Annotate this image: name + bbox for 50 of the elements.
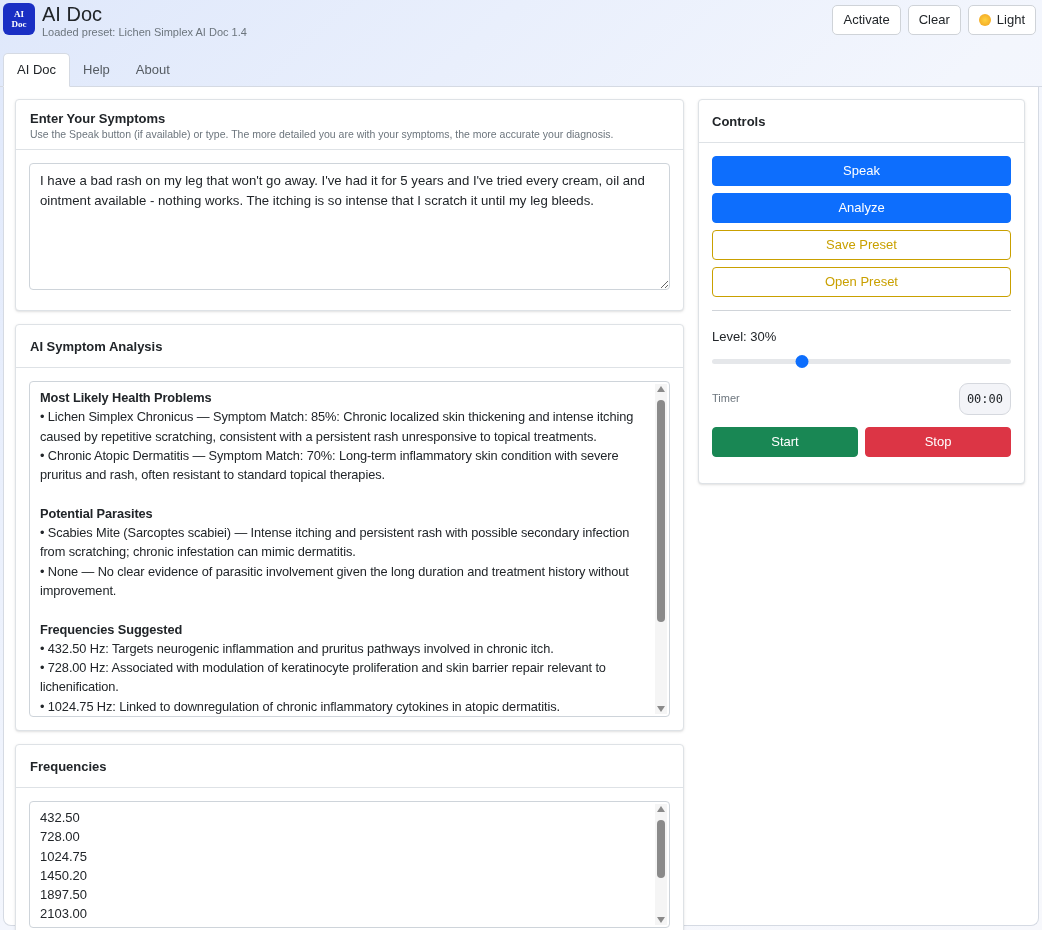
section-heading: Most Likely Health Problems bbox=[40, 389, 213, 407]
analysis-item: • 432.50 Hz: Targets neurogenic inflammation and pruritus pathways involved in chronic itch. bbox=[40, 639, 555, 658]
analysis-item: • Chronic Atopic Dermatitis — Symptom Match: 70%: Long-term inflammatory skin condition with severe pruritus and rash, often resistant to standard topical therapies. bbox=[40, 446, 620, 485]
scroll-down-icon[interactable] bbox=[657, 706, 665, 712]
analysis-item: • 728.00 Hz: Associated with modulation of keratinocyte proliferation and skin barrier repair relevant to lichenification. bbox=[40, 659, 607, 697]
frequency-line: 1450.20 bbox=[40, 866, 88, 885]
frequency-line: 1897.50 bbox=[40, 886, 88, 905]
card-title: AI Symptom Analysis bbox=[30, 339, 163, 354]
scroll-down-icon[interactable] bbox=[657, 917, 665, 923]
level-label: Level: 30% bbox=[712, 328, 778, 346]
frequency-line: 728.00 bbox=[40, 828, 81, 847]
analysis-item: • Scabies Mite (Sarcoptes scabiei) — Intense itching and persistent rash with possible secondary infection from scratching; chronic infestation can mimic dermatitis. bbox=[40, 524, 631, 562]
card-hint: Use the Speak button (if available) or type. The more detailed you are with your symptoms, the more accurate your diagnosis. bbox=[30, 127, 615, 141]
card-title: Controls bbox=[712, 114, 766, 129]
app-logo: AI Doc bbox=[3, 3, 35, 35]
section-heading: Potential Parasites bbox=[40, 504, 154, 523]
scrollbar[interactable] bbox=[655, 804, 667, 925]
level-slider[interactable] bbox=[712, 354, 1011, 369]
scroll-up-icon[interactable] bbox=[657, 386, 665, 392]
header-button[interactable]: Clear bbox=[907, 5, 961, 35]
timer-display: 00:00 bbox=[958, 382, 1011, 415]
scroll-thumb[interactable] bbox=[657, 400, 665, 622]
card-title: Frequencies bbox=[30, 759, 107, 774]
symptoms-field[interactable]: I have a bad rash on my leg that won't go away. I've had it for 5 years and I've tried every cream, oil and ointment available - nothing works. The itching is so intense that I scratch it until my leg bleeds. bbox=[29, 163, 670, 290]
timer-button[interactable]: Start bbox=[712, 426, 858, 457]
preset-subtitle: Loaded preset: Lichen Simplex AI Doc 1.4 bbox=[42, 25, 247, 39]
tab[interactable]: About bbox=[122, 53, 183, 86]
frequency-line: 1024.75 bbox=[40, 847, 88, 866]
control-button[interactable]: Analyze bbox=[712, 193, 1011, 223]
analysis-item: • None — No clear evidence of parasitic involvement given the long duration and treatment history without improvement. bbox=[40, 562, 630, 600]
control-button[interactable]: Speak bbox=[712, 156, 1011, 186]
frequencies-field[interactable]: 432.50 728.00 1024.75 1450.20 1897.50 2103.00 bbox=[29, 801, 670, 928]
scroll-thumb[interactable] bbox=[657, 820, 665, 878]
scrollbar[interactable] bbox=[655, 384, 667, 714]
theme-toggle-button[interactable]: Light bbox=[967, 5, 1036, 35]
app-title: AI Doc bbox=[42, 3, 104, 25]
slider-thumb[interactable] bbox=[795, 355, 809, 368]
tab[interactable]: AI Doc bbox=[3, 53, 70, 87]
frequency-line: 2103.00 bbox=[40, 905, 88, 924]
timer-button[interactable]: Stop bbox=[865, 426, 1011, 457]
scroll-up-icon[interactable] bbox=[657, 806, 665, 812]
header-button[interactable]: Activate bbox=[832, 5, 901, 35]
sun-icon bbox=[978, 14, 991, 26]
section-heading: Frequencies Suggested bbox=[40, 620, 184, 639]
tab[interactable]: Help bbox=[70, 53, 123, 86]
card-title: Enter Your Symptoms bbox=[30, 111, 167, 127]
analysis-item: • Lichen Simplex Chronicus — Symptom Match: 85%: Chronic localized skin thickening and intense itching caused by repetitive scratching, consistent with a persistent rash unresponsive to topical treatments. bbox=[40, 408, 635, 446]
analysis-item: • 1024.75 Hz: Linked to downregulation of chronic inflammatory cytokines in atopic dermatitis. bbox=[40, 697, 562, 716]
frequency-line: 432.50 bbox=[40, 809, 81, 827]
timer-label: Timer bbox=[712, 391, 740, 407]
